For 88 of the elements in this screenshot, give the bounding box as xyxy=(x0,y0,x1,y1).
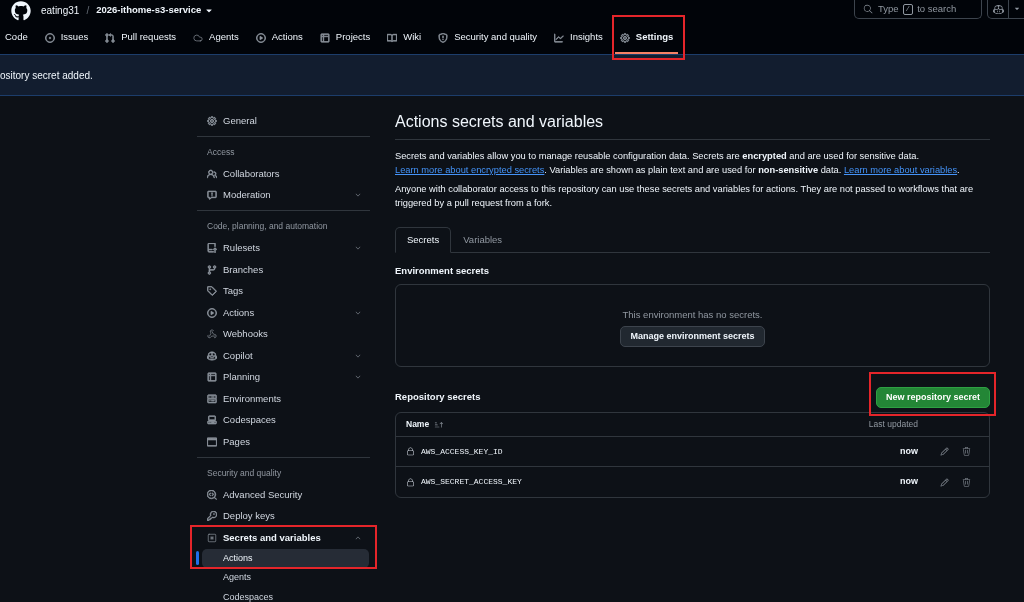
server-icon xyxy=(207,393,217,404)
manage-environment-secrets-button[interactable]: Manage environment secrets xyxy=(620,326,765,347)
settings-icon xyxy=(207,115,217,126)
sidebar-subitem[interactable]: Codespaces xyxy=(202,587,369,602)
sidebar-heading: Access xyxy=(207,145,235,159)
secret-name: AWS_ACCESS_KEY_ID xyxy=(421,445,503,458)
nav-tab[interactable]: Actions xyxy=(250,21,308,54)
section-heading: Repository secrets xyxy=(395,390,481,405)
sidebar-item[interactable]: Actions xyxy=(197,302,370,324)
report-icon xyxy=(207,190,217,201)
sidebar-item[interactable]: Pages xyxy=(197,431,370,453)
selection-indicator xyxy=(196,551,199,566)
description-text: Secrets and variables allow you to manage reusable configuration data. Secrets are encrypted and are used for sensitive data. Learn more about encrypted secrets. Variables are shown as plain text and are used for non-sensitive data. Learn more about variables. xyxy=(395,150,961,177)
copilot-icon xyxy=(992,3,1004,15)
secret-name: AWS_SECRET_ACCESS_KEY xyxy=(421,476,522,488)
lock-icon xyxy=(406,477,415,487)
nav-tab[interactable]: Projects xyxy=(314,21,376,54)
sidebar-item[interactable]: General xyxy=(197,110,370,132)
settings-icon xyxy=(619,32,630,43)
column-header: Last updated xyxy=(868,418,918,431)
flash-message: ository secret added. xyxy=(0,68,93,83)
sidebar-item[interactable]: Rulesets xyxy=(197,237,370,259)
empty-message: This environment has no secrets. xyxy=(622,308,763,322)
tab[interactable]: Secrets xyxy=(395,227,452,253)
sidebar-item[interactable]: Planning xyxy=(197,366,370,388)
sidebar-item[interactable]: Secrets and variables xyxy=(197,527,370,549)
issue-icon xyxy=(44,32,55,43)
search-icon xyxy=(863,4,873,14)
sidebar-subitem[interactable]: Agents xyxy=(202,568,369,588)
sidebar-item[interactable]: Branches xyxy=(197,259,370,281)
table-icon xyxy=(207,372,217,383)
book-icon xyxy=(387,32,398,43)
nav-tab[interactable]: Wiki xyxy=(382,21,427,54)
sidebar-item[interactable]: Copilot xyxy=(197,345,370,367)
people-icon xyxy=(207,168,217,179)
path-separator: / xyxy=(86,4,90,18)
sidebar-item[interactable]: Moderation xyxy=(197,184,370,206)
nav-tab[interactable]: Pull requests xyxy=(100,21,182,54)
sidebar-item[interactable]: Environments xyxy=(197,388,370,410)
nav-tab[interactable]: Insights xyxy=(549,21,608,54)
shield-icon xyxy=(438,32,449,43)
owner-link[interactable]: eating31 xyxy=(41,3,80,18)
nav-tab[interactable]: Agents xyxy=(188,21,244,54)
play-icon xyxy=(255,32,266,43)
sidebar-item[interactable]: Collaborators xyxy=(197,163,370,185)
caret-icon xyxy=(1012,5,1021,13)
sidebar-item[interactable]: Advanced Security xyxy=(197,484,370,506)
codescan-icon xyxy=(207,489,217,500)
pencil-icon[interactable] xyxy=(940,447,949,456)
nav-tab[interactable]: Security and quality xyxy=(433,21,543,54)
trash-icon[interactable] xyxy=(962,477,971,487)
copilot-button[interactable] xyxy=(987,0,1009,19)
play-icon xyxy=(207,307,217,318)
graph-icon xyxy=(554,32,565,43)
branch-icon xyxy=(207,264,217,275)
sidebar-heading: Code, planning, and automation xyxy=(207,220,328,234)
tag-icon xyxy=(207,286,217,297)
pencil-icon[interactable] xyxy=(940,477,949,487)
new-secret-button[interactable]: New repository secret xyxy=(875,387,990,408)
codespaces-icon xyxy=(207,415,217,426)
browser-icon xyxy=(207,436,217,447)
asterisk-square-icon xyxy=(207,532,217,543)
column-header: Name xyxy=(406,418,430,431)
repo-link[interactable]: 2026-ithome-s3-service xyxy=(96,3,202,18)
cloud-icon xyxy=(193,32,204,43)
page-title: Actions secrets and variables xyxy=(395,112,604,132)
tab[interactable]: Variables xyxy=(451,227,515,253)
webhook-icon xyxy=(207,329,217,340)
pull-request-icon xyxy=(105,32,116,43)
sidebar-subitem[interactable]: Actions xyxy=(202,548,369,568)
lock-icon xyxy=(406,447,415,456)
copilot-icon xyxy=(207,350,217,361)
logo-icon[interactable] xyxy=(11,0,31,21)
sidebar-item[interactable]: Webhooks xyxy=(197,323,370,345)
section-heading: Environment secrets xyxy=(395,264,489,278)
sidebar-item[interactable]: Deploy keys xyxy=(197,505,370,527)
nav-tab[interactable]: Code xyxy=(0,21,33,54)
sidebar-item[interactable]: Codespaces xyxy=(197,409,370,431)
description-text: Anyone with collaborator access to this repository can use these secrets and variables for actions. They are not passed to workflows that are triggered by a pull request from a fork. xyxy=(395,183,975,210)
sidebar-heading: Security and quality xyxy=(207,466,282,480)
sidebar-item[interactable]: Tags xyxy=(197,280,370,302)
trash-icon[interactable] xyxy=(962,447,971,456)
repo-push-icon xyxy=(207,243,217,254)
updated-time: now xyxy=(900,475,918,489)
table-icon xyxy=(319,32,330,43)
key-icon xyxy=(207,511,217,522)
nav-tab[interactable]: Issues xyxy=(39,21,94,54)
updated-time: now xyxy=(900,444,918,458)
